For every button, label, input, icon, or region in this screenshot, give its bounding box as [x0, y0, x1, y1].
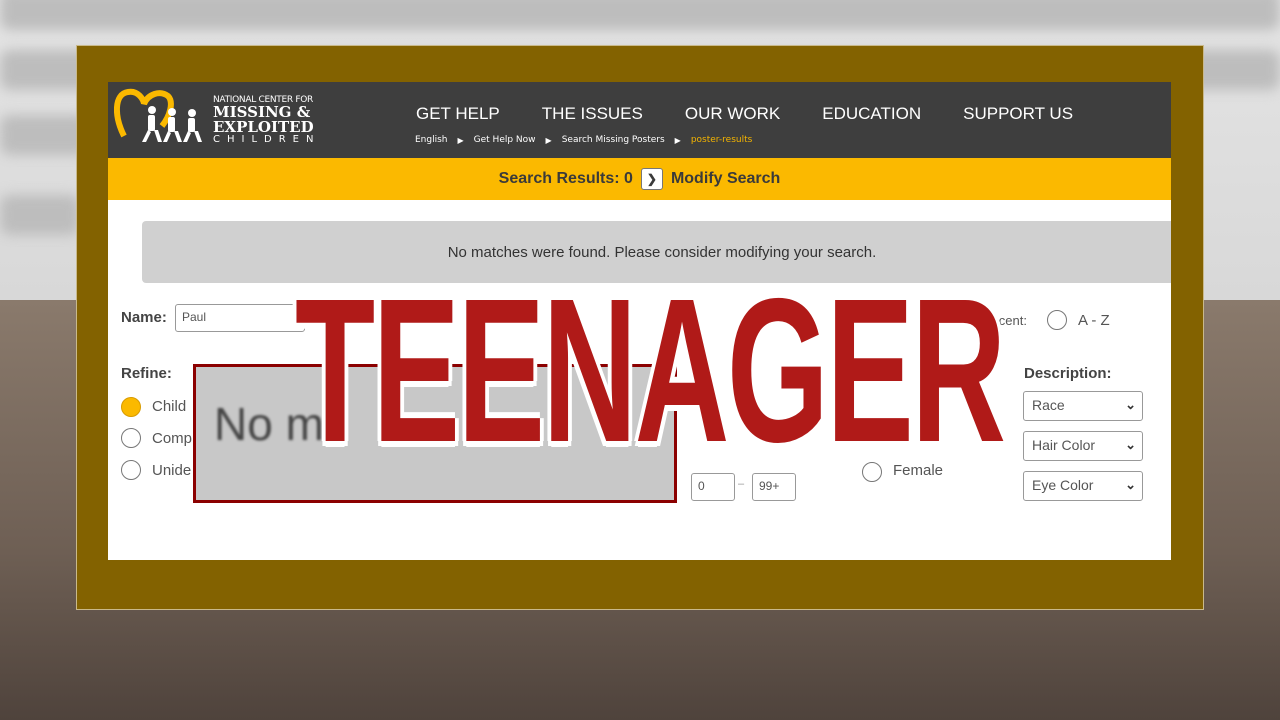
- crumb-english[interactable]: English: [415, 135, 448, 145]
- race-select[interactable]: Race ⌄: [1023, 391, 1143, 421]
- sort-az-label: A - Z: [1078, 312, 1110, 329]
- logo-line: EXPLOITED: [213, 118, 314, 136]
- refine-label: Refine:: [121, 365, 172, 382]
- caret-right-icon: ▶: [545, 135, 552, 145]
- chevron-down-icon: ⌄: [1125, 437, 1136, 452]
- main-nav: GET HELP THE ISSUES OUR WORK EDUCATION S…: [416, 104, 1073, 124]
- results-bar: Search Results: 0 ❯ Modify Search: [108, 158, 1171, 200]
- refine-comp-radio[interactable]: [121, 428, 141, 448]
- site-header: NATIONAL CENTER FOR MISSING & EXPLOITED …: [108, 82, 1171, 158]
- caret-right-icon: ▶: [674, 135, 681, 145]
- blurred-text-band: [0, 0, 1280, 30]
- chevron-down-icon: ⌄: [1125, 477, 1136, 492]
- ncmec-logo-icon: [114, 88, 202, 142]
- select-value: Race: [1032, 397, 1065, 413]
- crumb-get-help-now[interactable]: Get Help Now: [474, 135, 536, 145]
- nav-the-issues[interactable]: THE ISSUES: [542, 104, 643, 124]
- refine-child-radio[interactable]: [121, 397, 141, 417]
- select-value: Hair Color: [1032, 437, 1096, 453]
- nav-support-us[interactable]: SUPPORT US: [963, 104, 1073, 124]
- chevron-down-icon: ⌄: [1125, 397, 1136, 412]
- logo-text: NATIONAL CENTER FOR MISSING & EXPLOITED …: [213, 96, 320, 145]
- sort-az-radio[interactable]: [1047, 310, 1067, 330]
- refine-comp-label: Comp: [152, 430, 193, 447]
- breadcrumb: English ▶ Get Help Now ▶ Search Missing Po…: [415, 135, 752, 145]
- chevron-down-icon[interactable]: ❯: [640, 168, 663, 190]
- name-input[interactable]: Paul: [175, 304, 305, 332]
- search-results-count: Search Results: 0: [498, 170, 633, 187]
- nav-our-work[interactable]: OUR WORK: [685, 104, 780, 124]
- crumb-current: poster-results: [690, 135, 753, 145]
- select-value: Eye Color: [1032, 477, 1094, 493]
- nav-education[interactable]: EDUCATION: [822, 104, 921, 124]
- refine-child-label: Child: [152, 398, 187, 415]
- logo-line: CHILDREN: [213, 134, 321, 145]
- refine-unide-radio[interactable]: [121, 460, 141, 480]
- blurred-text-band: [0, 195, 80, 235]
- description-label: Description:: [1024, 365, 1112, 382]
- crumb-search-posters[interactable]: Search Missing Posters: [562, 135, 665, 145]
- caret-right-icon: ▶: [457, 135, 464, 145]
- eye-color-select[interactable]: Eye Color ⌄: [1023, 471, 1143, 501]
- name-label: Name:: [121, 309, 167, 326]
- refine-unide-label: Unide: [152, 462, 192, 479]
- hair-color-select[interactable]: Hair Color ⌄: [1023, 431, 1143, 461]
- modify-search-button[interactable]: Modify Search: [671, 170, 780, 188]
- caption-overlay: TEENAGER: [295, 256, 1006, 485]
- nav-get-help[interactable]: GET HELP: [416, 104, 500, 124]
